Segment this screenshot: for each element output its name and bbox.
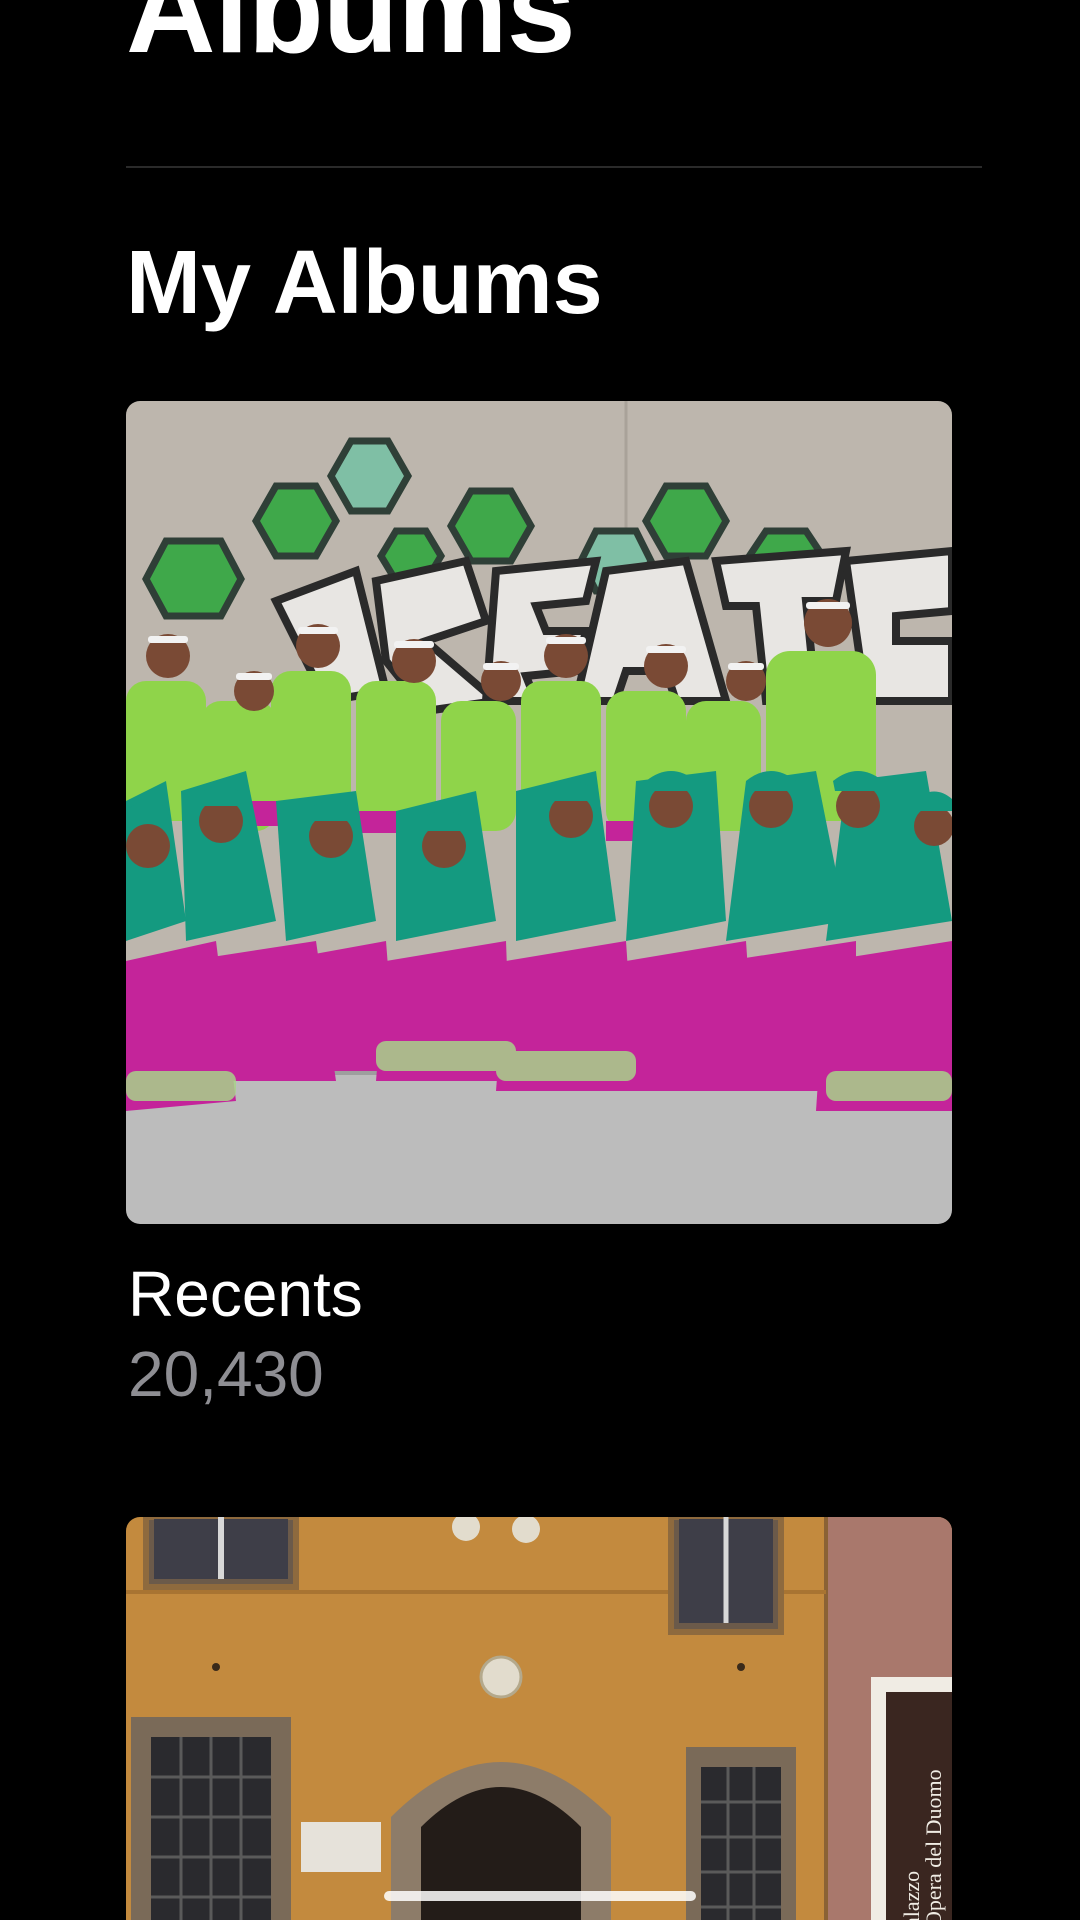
second-album-cover-image: alazzo Opera del Duomo <box>126 1517 952 1920</box>
album-thumbnail-second[interactable]: alazzo Opera del Duomo <box>126 1517 952 1920</box>
recents-cover-image <box>126 401 952 1224</box>
album-count-recents: 20,430 <box>128 1338 324 1410</box>
album-thumbnail-recents[interactable] <box>126 401 952 1224</box>
home-indicator[interactable] <box>384 1891 696 1901</box>
album-name-recents[interactable]: Recents <box>128 1262 363 1326</box>
page-title: Albums <box>126 0 576 79</box>
sign-text-line2: Opera del Duomo <box>921 1769 946 1920</box>
header-divider <box>126 166 982 168</box>
section-title-my-albums[interactable]: My Albums <box>126 238 603 328</box>
